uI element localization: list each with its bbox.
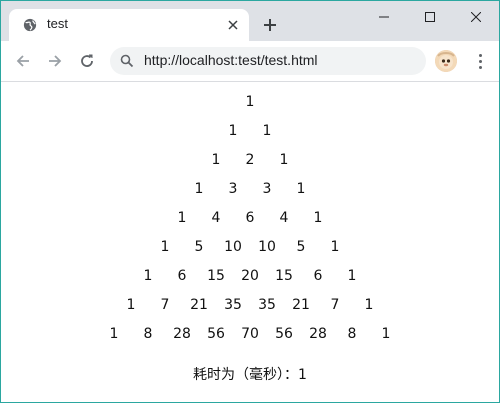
- triangle-value: 28: [309, 326, 327, 342]
- triangle-value: 1: [296, 181, 306, 197]
- triangle-value: 8: [347, 326, 357, 342]
- triangle-value: 28: [173, 326, 191, 342]
- triangle-value: 35: [258, 297, 276, 313]
- triangle-value: 5: [296, 239, 306, 255]
- url-text[interactable]: http://localhost:test/test.html: [144, 52, 318, 68]
- triangle-value: 4: [279, 210, 289, 226]
- search-icon: [120, 54, 134, 68]
- triangle-value: 1: [194, 181, 204, 197]
- triangle-row: 1: [1, 94, 499, 114]
- triangle-row: 1 8 28 56 70 56 28 8 1: [1, 326, 499, 346]
- triangle-value: 10: [258, 239, 276, 255]
- browser-toolbar: http://localhost:test/test.html: [1, 41, 499, 82]
- triangle-value: 6: [313, 268, 323, 284]
- triangle-value: 1: [211, 152, 221, 168]
- globe-icon: [23, 18, 37, 32]
- triangle-value: 10: [224, 239, 242, 255]
- tab-strip: test: [1, 1, 499, 41]
- triangle-value: 1: [143, 268, 153, 284]
- triangle-row: 11: [1, 123, 499, 143]
- triangle-value: 3: [228, 181, 238, 197]
- triangle-row: 1 2 1: [1, 152, 499, 172]
- triangle-value: 1: [262, 123, 272, 139]
- triangle-value: 70: [241, 326, 259, 342]
- triangle-value: 15: [275, 268, 293, 284]
- browser-window: test http://localhost:test/test.html 1 1…: [0, 0, 500, 403]
- triangle-row: 1 4 6 4 1: [1, 210, 499, 230]
- arrow-right-icon[interactable]: [43, 49, 67, 73]
- triangle-value: 1: [245, 94, 255, 110]
- elapsed-time-label: 耗时为（毫秒）：1: [193, 367, 307, 383]
- triangle-value: 1: [228, 123, 238, 139]
- triangle-row: 1 3 3 1: [1, 181, 499, 201]
- arrow-left-icon[interactable]: [11, 49, 35, 73]
- triangle-value: 5: [194, 239, 204, 255]
- triangle-value: 1: [177, 210, 187, 226]
- maximize-icon[interactable]: [407, 1, 453, 33]
- triangle-value: 21: [190, 297, 208, 313]
- triangle-value: 1: [126, 297, 136, 313]
- triangle-value: 1: [381, 326, 391, 342]
- tab-title: test: [47, 16, 68, 31]
- triangle-value: 1: [160, 239, 170, 255]
- page-content: 1 1 1 1 2 1 1 3 3 1 1 4 6 4 1 1 5 10 10 5 1 1 6 15 20 15 6 1 1 7 21 35 3…: [1, 82, 499, 402]
- window-close-icon[interactable]: [453, 1, 499, 33]
- triangle-row: 1 6 15 20 15 6 1: [1, 268, 499, 288]
- triangle-value: 21: [292, 297, 310, 313]
- triangle-value: 7: [160, 297, 170, 313]
- reload-icon[interactable]: [75, 49, 99, 73]
- tab-test[interactable]: test: [9, 9, 249, 41]
- close-icon[interactable]: [225, 17, 241, 33]
- triangle-value: 3: [262, 181, 272, 197]
- minimize-icon[interactable]: [361, 1, 407, 33]
- triangle-value: 1: [347, 268, 357, 284]
- triangle-row: 1 5 10 10 5 1: [1, 239, 499, 259]
- triangle-value: 15: [207, 268, 225, 284]
- triangle-value: 1: [330, 239, 340, 255]
- triangle-value: 56: [275, 326, 293, 342]
- triangle-value: 20: [241, 268, 259, 284]
- triangle-value: 7: [330, 297, 340, 313]
- triangle-value: 1: [279, 152, 289, 168]
- triangle-value: 6: [177, 268, 187, 284]
- triangle-row: 1 7 21 35 35 21 7 1: [1, 297, 499, 317]
- triangle-value: 8: [143, 326, 153, 342]
- triangle-value: 1: [364, 297, 374, 313]
- kebab-menu-icon[interactable]: [470, 49, 490, 73]
- triangle-value: 56: [207, 326, 225, 342]
- triangle-value: 1: [313, 210, 323, 226]
- triangle-value: 1: [109, 326, 119, 342]
- plus-icon[interactable]: [259, 14, 281, 36]
- triangle-value: 6: [245, 210, 255, 226]
- triangle-value: 2: [245, 152, 255, 168]
- triangle-value: 4: [211, 210, 221, 226]
- triangle-value: 35: [224, 297, 242, 313]
- address-bar[interactable]: http://localhost:test/test.html: [110, 47, 426, 75]
- avatar[interactable]: [435, 50, 457, 72]
